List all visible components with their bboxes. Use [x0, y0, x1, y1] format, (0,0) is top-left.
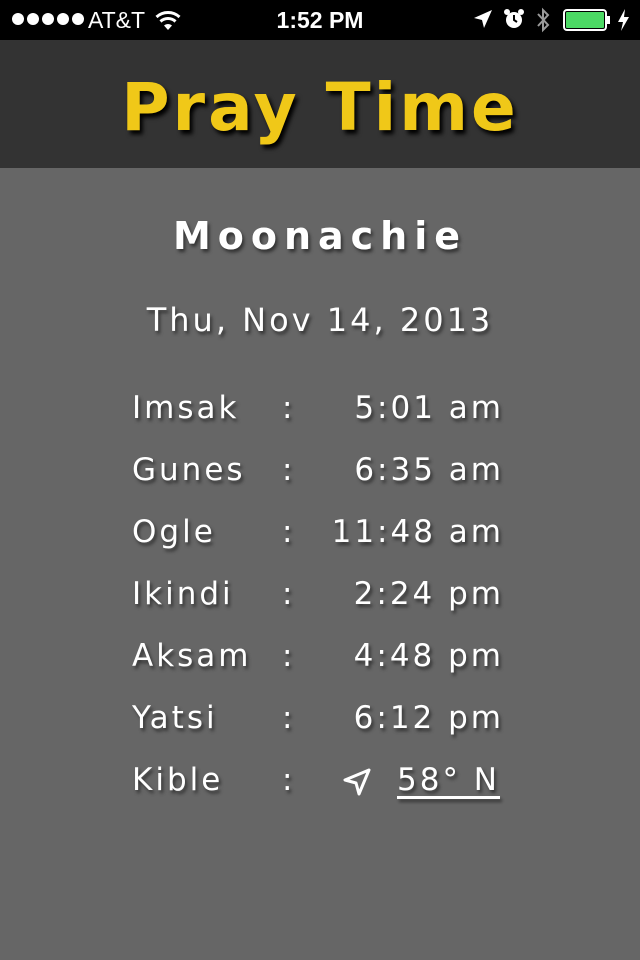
city-name: Moonachie: [172, 214, 468, 258]
prayer-name: Gunes: [132, 452, 246, 488]
separator: :: [282, 452, 296, 488]
current-date: Thu, Nov 14, 2013: [146, 301, 494, 339]
prayer-row-gunes: Gunes : 6:35 am: [0, 448, 640, 492]
prayer-row-yatsi: Yatsi : 6:12 pm: [0, 696, 640, 740]
navigation-arrow-icon: [343, 768, 371, 796]
alarm-icon: [504, 9, 524, 28]
prayer-name: Ikindi: [132, 576, 234, 612]
prayer-time: 2:24 pm: [353, 576, 504, 612]
separator: :: [282, 390, 296, 426]
app-screen: AT&T 1:52 PM Pray Time Moonachie Thu, No…: [0, 0, 640, 960]
prayer-time: 11:48 am: [331, 514, 504, 550]
prayer-time: 6:35 am: [354, 452, 504, 488]
separator: :: [282, 762, 296, 798]
separator: :: [282, 700, 296, 736]
prayer-time: 6:12 pm: [353, 700, 504, 736]
prayer-name: Imsak: [132, 390, 240, 426]
separator: :: [282, 514, 296, 550]
prayer-name: Yatsi: [132, 700, 218, 736]
prayer-time: 4:48 pm: [353, 638, 504, 674]
prayer-row-ogle: Ogle : 11:48 am: [0, 510, 640, 554]
header-bar: Pray Time: [0, 40, 640, 168]
kible-label: Kible: [132, 762, 224, 798]
status-bar: AT&T 1:52 PM: [0, 0, 640, 40]
bluetooth-icon: [537, 7, 550, 33]
prayer-row-aksam: Aksam : 4:48 pm: [0, 634, 640, 678]
separator: :: [282, 638, 296, 674]
prayer-name: Ogle: [132, 514, 216, 550]
kible-direction-link[interactable]: 58° N: [397, 758, 500, 802]
app-title: Pray Time: [121, 69, 519, 146]
prayer-name: Aksam: [132, 638, 252, 674]
battery-icon: [563, 9, 610, 31]
separator: :: [282, 576, 296, 612]
prayer-time: 5:01 am: [354, 390, 504, 426]
charging-icon: [618, 9, 629, 31]
prayer-row-ikindi: Ikindi : 2:24 pm: [0, 572, 640, 616]
prayer-row-imsak: Imsak : 5:01 am: [0, 386, 640, 430]
location-arrow-icon: [474, 10, 492, 28]
kible-row: Kible : 58° N: [0, 758, 640, 802]
